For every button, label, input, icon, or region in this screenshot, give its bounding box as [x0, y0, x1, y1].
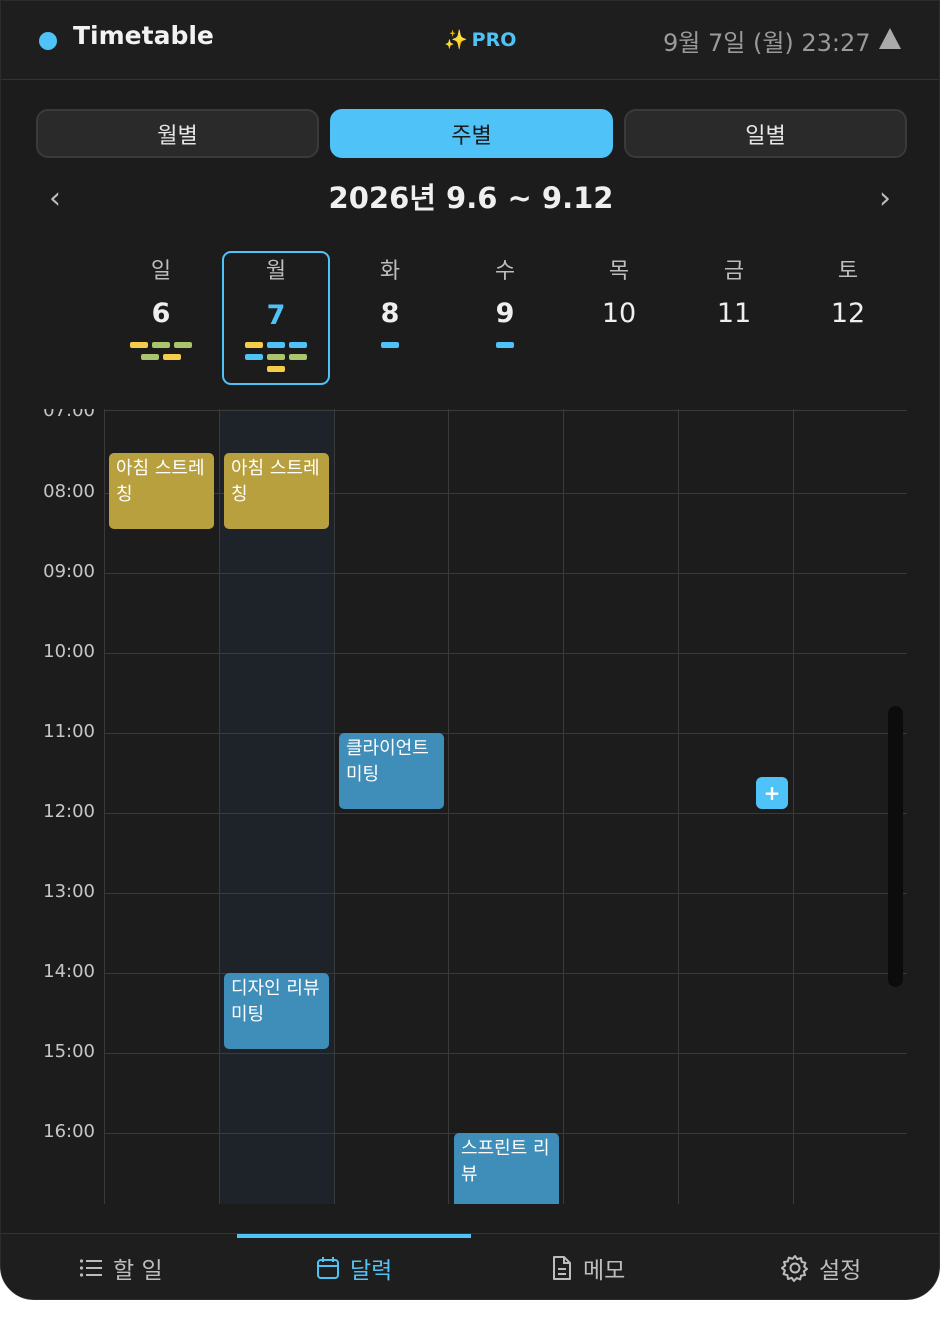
- nav-label: 메모: [583, 1258, 626, 1284]
- hour-line: [104, 733, 907, 734]
- event-dot: [267, 342, 285, 348]
- event-dot: [141, 354, 159, 360]
- hour-line: [104, 410, 907, 411]
- event-dot: [130, 342, 148, 348]
- list-icon: [79, 1259, 102, 1277]
- day-divider: [104, 409, 105, 1204]
- event-block[interactable]: 아침 스트레칭: [224, 453, 329, 529]
- time-label: 12:00: [43, 801, 95, 822]
- nav-label: 달력: [350, 1258, 393, 1284]
- day-fri[interactable]: 금 11: [680, 251, 788, 385]
- day-divider: [563, 409, 564, 1204]
- nav-memo[interactable]: 메모: [551, 1248, 625, 1288]
- time-label: 15:00: [43, 1041, 95, 1062]
- day-name: 일: [150, 259, 172, 284]
- active-tab-indicator: [237, 1234, 471, 1238]
- sparkles-icon: ✨: [444, 29, 468, 51]
- time-label: 08:00: [43, 481, 95, 502]
- week-range-title: 2026년 9.6 ~ 9.12: [328, 181, 614, 215]
- pro-badge[interactable]: ✨ PRO: [444, 28, 516, 51]
- day-divider: [334, 409, 335, 1204]
- day-name: 금: [723, 259, 745, 284]
- hour-line: [104, 1053, 907, 1054]
- time-label: 14:00: [43, 961, 95, 982]
- time-label: 16:00: [43, 1121, 95, 1142]
- time-label: 07:00: [43, 409, 95, 421]
- event-dot: [245, 342, 263, 348]
- nav-label: 할 일: [113, 1258, 163, 1284]
- next-week-button[interactable]: ›: [879, 181, 891, 216]
- prev-week-button[interactable]: ‹: [49, 181, 61, 216]
- hour-line: [104, 653, 907, 654]
- tab-weekly[interactable]: 주별: [330, 109, 613, 158]
- event-dot: [289, 354, 307, 360]
- calendar-icon: [317, 1257, 339, 1279]
- event-dot: [267, 366, 285, 372]
- day-sat[interactable]: 토 12: [794, 251, 902, 385]
- time-label: 11:00: [43, 721, 95, 742]
- nav-settings[interactable]: 설정: [781, 1248, 861, 1288]
- day-divider: [678, 409, 679, 1204]
- event-block[interactable]: 디자인 리뷰 미팅: [224, 973, 329, 1049]
- event-dot: [267, 354, 285, 360]
- pro-label: PRO: [471, 29, 517, 51]
- time-label: 13:00: [43, 881, 95, 902]
- bottom-nav: 할 일 달력 메모 설정: [1, 1233, 939, 1299]
- triangle-up-icon[interactable]: [879, 28, 901, 49]
- hour-line: [104, 573, 907, 574]
- week-timetable-grid[interactable]: 07:00 08:00 09:00 10:00 11:00 12:00 13:0…: [1, 409, 939, 1204]
- hour-line: [104, 893, 907, 894]
- day-wed[interactable]: 수 9: [451, 251, 559, 385]
- event-dot: [163, 354, 181, 360]
- day-number: 11: [716, 298, 752, 329]
- day-sun[interactable]: 일 6: [107, 251, 215, 385]
- day-number: 8: [380, 298, 400, 329]
- document-icon: [553, 1256, 571, 1280]
- tab-daily[interactable]: 일별: [624, 109, 907, 158]
- event-dot: [289, 342, 307, 348]
- event-block[interactable]: 스프린트 리뷰: [454, 1133, 559, 1204]
- event-dot: [152, 342, 170, 348]
- day-name: 월: [265, 259, 287, 284]
- add-event-button[interactable]: +: [756, 777, 788, 809]
- day-number: 10: [601, 298, 637, 329]
- current-datetime: 9월 7일 (월) 23:27: [663, 29, 871, 57]
- gear-icon: [781, 1255, 808, 1282]
- event-dot: [245, 354, 263, 360]
- tab-monthly[interactable]: 월별: [36, 109, 319, 158]
- day-divider: [793, 409, 794, 1204]
- event-dot: [174, 342, 192, 348]
- day-number: 12: [830, 298, 866, 329]
- nav-todo[interactable]: 할 일: [79, 1248, 163, 1288]
- day-divider: [219, 409, 220, 1204]
- day-name: 토: [837, 259, 859, 284]
- hour-line: [104, 813, 907, 814]
- header-bar: Timetable ✨ PRO 9월 7일 (월) 23:27: [1, 1, 939, 80]
- day-name: 수: [494, 259, 516, 284]
- status-dot-icon: [39, 32, 57, 50]
- day-mon[interactable]: 월 7: [222, 251, 330, 385]
- day-number: 7: [266, 300, 286, 331]
- time-label: 10:00: [43, 641, 95, 662]
- nav-calendar[interactable]: 달력: [316, 1248, 392, 1288]
- day-number: 9: [495, 298, 515, 329]
- event-dot: [496, 342, 514, 348]
- app-title: Timetable: [73, 21, 214, 50]
- time-label: 09:00: [43, 561, 95, 582]
- event-dot: [381, 342, 399, 348]
- day-tue[interactable]: 화 8: [336, 251, 444, 385]
- event-block[interactable]: 클라이언트 미팅: [339, 733, 444, 809]
- nav-label: 설정: [819, 1258, 862, 1284]
- day-divider: [448, 409, 449, 1204]
- day-number: 6: [151, 298, 171, 329]
- app-window: Timetable ✨ PRO 9월 7일 (월) 23:27 월별 주별 일별 …: [0, 0, 940, 1300]
- day-thu[interactable]: 목 10: [565, 251, 673, 385]
- scrollbar[interactable]: [888, 706, 903, 987]
- event-block[interactable]: 아침 스트레칭: [109, 453, 214, 529]
- day-name: 화: [379, 259, 401, 284]
- day-name: 목: [608, 259, 630, 284]
